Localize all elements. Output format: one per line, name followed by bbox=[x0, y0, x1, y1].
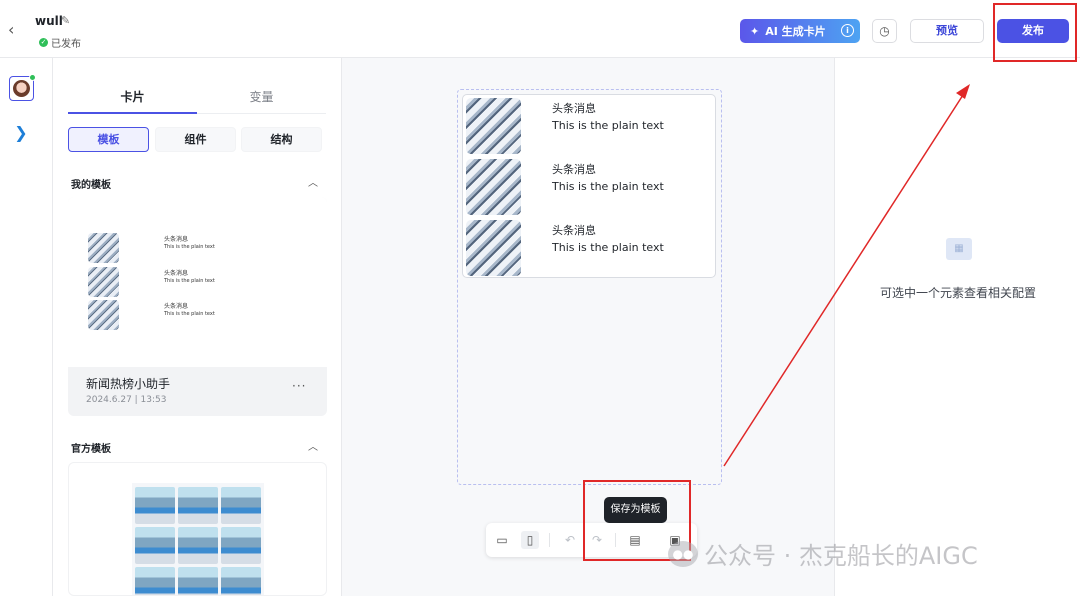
thumbnail bbox=[466, 220, 521, 276]
app-logo-icon[interactable]: ❯ bbox=[11, 123, 31, 143]
history-button[interactable]: ◷ bbox=[872, 19, 897, 43]
mini-text: This is the plain text bbox=[164, 278, 215, 284]
status-badge: ✓ 已发布 bbox=[39, 35, 81, 50]
tab-variables[interactable]: 变量 bbox=[197, 88, 326, 105]
headline: 头条消息 bbox=[552, 224, 596, 237]
empty-state-text: 可选中一个元素查看相关配置 bbox=[879, 286, 1036, 300]
back-icon[interactable]: ‹ bbox=[8, 20, 22, 39]
mobile-icon[interactable]: ▯ bbox=[521, 531, 539, 549]
mini-text: This is the plain text bbox=[164, 311, 215, 317]
component-panel: 卡片 变量 模板 组件 结构 我的模板 ︿ 头条消息 This is the p… bbox=[53, 58, 342, 596]
preview-tile bbox=[135, 567, 175, 595]
tab-card[interactable]: 卡片 bbox=[68, 88, 197, 105]
left-rail: ❯ bbox=[0, 58, 53, 596]
official-template-card[interactable] bbox=[68, 462, 327, 596]
list-item: 头条消息 This is the plain text bbox=[88, 300, 268, 330]
template-date: 2024.6.27 | 13:53 bbox=[86, 395, 167, 405]
watermark: ●● 公众号 · 杰克船长的AIGC bbox=[668, 536, 978, 571]
segment-components[interactable]: 组件 bbox=[155, 127, 236, 152]
more-options-icon[interactable]: ··· bbox=[292, 379, 306, 393]
list-item[interactable]: 头条消息 This is the plain text bbox=[466, 159, 716, 216]
preview-tile bbox=[178, 567, 218, 595]
ai-sparkle-icon: ✦ bbox=[750, 24, 760, 38]
editor-canvas[interactable]: 头条消息 This is the plain text 头条消息 This is… bbox=[343, 58, 834, 596]
template-card[interactable]: 头条消息 This is the plain text 头条消息 This is… bbox=[68, 197, 327, 416]
redo-icon[interactable]: ↷ bbox=[588, 531, 606, 549]
official-template-preview bbox=[132, 483, 264, 595]
preview-tile bbox=[221, 567, 261, 595]
preview-tile bbox=[221, 487, 261, 524]
my-templates-title: 我的模板 bbox=[71, 180, 111, 191]
segment-structure[interactable]: 结构 bbox=[241, 127, 322, 152]
save-template-tooltip: 保存为模板 bbox=[604, 497, 667, 528]
top-header: ‹ wull ✎ ✓ 已发布 ✦ AI 生成卡片 i ◷ 预览 发布 bbox=[0, 0, 1080, 58]
wechat-icon: ●● bbox=[668, 540, 698, 567]
desktop-icon[interactable]: ▭ bbox=[493, 531, 511, 549]
official-templates-title: 官方模板 bbox=[71, 444, 111, 455]
toolbar-divider bbox=[549, 533, 550, 547]
status-label: 已发布 bbox=[51, 39, 81, 50]
template-name: 新闻热榜小助手 bbox=[86, 377, 171, 391]
preview-tile bbox=[135, 487, 175, 524]
plain-text: This is the plain text bbox=[552, 119, 664, 132]
edit-icon[interactable]: ✎ bbox=[61, 14, 70, 27]
tab-active-indicator bbox=[68, 112, 197, 114]
toolbar-divider bbox=[615, 533, 616, 547]
plain-text: This is the plain text bbox=[552, 180, 664, 193]
ai-generate-card-button[interactable]: ✦ AI 生成卡片 i bbox=[740, 19, 860, 43]
list-item: 头条消息 This is the plain text bbox=[88, 233, 268, 263]
bot-avatar[interactable] bbox=[9, 74, 36, 101]
check-circle-icon: ✓ bbox=[39, 38, 48, 47]
publish-button[interactable]: 发布 bbox=[997, 19, 1069, 43]
undo-icon[interactable]: ↶ bbox=[561, 531, 579, 549]
preview-tile bbox=[135, 527, 175, 564]
app-name: wull bbox=[35, 14, 63, 28]
empty-state-icon: ▦ bbox=[946, 238, 972, 260]
avatar-face bbox=[13, 80, 30, 97]
mini-headline: 头条消息 bbox=[164, 270, 189, 277]
watermark-text: 公众号 · 杰克船长的AIGC bbox=[704, 542, 978, 570]
properties-panel: ▦ 可选中一个元素查看相关配置 bbox=[834, 58, 1080, 596]
chevron-up-icon[interactable]: ︿ bbox=[308, 438, 318, 453]
headline: 头条消息 bbox=[552, 163, 596, 176]
chevron-up-icon[interactable]: ︿ bbox=[308, 174, 318, 189]
panel-tabs: 卡片 变量 bbox=[68, 80, 326, 114]
preview-tile bbox=[178, 527, 218, 564]
list-item[interactable]: 头条消息 This is the plain text bbox=[466, 98, 716, 155]
thumbnail bbox=[88, 300, 119, 330]
canvas-toolbar: ▭ ▯ ↶ ↷ ▤ ▣ bbox=[486, 523, 697, 557]
save-template-icon[interactable]: ▤ bbox=[626, 531, 644, 549]
list-item[interactable]: 头条消息 This is the plain text bbox=[466, 220, 716, 277]
mini-headline: 头条消息 bbox=[164, 236, 189, 243]
thumbnail bbox=[466, 98, 521, 154]
news-card[interactable]: 头条消息 This is the plain text 头条消息 This is… bbox=[462, 94, 716, 278]
mini-text: This is the plain text bbox=[164, 244, 215, 250]
ai-generate-label: AI 生成卡片 bbox=[765, 25, 826, 38]
preview-button[interactable]: 预览 bbox=[910, 19, 984, 43]
preview-tile bbox=[221, 527, 261, 564]
preview-tile bbox=[178, 487, 218, 524]
headline: 头条消息 bbox=[552, 102, 596, 115]
plain-text: This is the plain text bbox=[552, 241, 664, 254]
online-dot bbox=[29, 74, 36, 81]
thumbnail bbox=[88, 267, 119, 297]
template-preview: 头条消息 This is the plain text 头条消息 This is… bbox=[68, 197, 327, 367]
history-icon: ◷ bbox=[879, 24, 890, 38]
thumbnail bbox=[88, 233, 119, 263]
list-item: 头条消息 This is the plain text bbox=[88, 267, 268, 297]
info-icon[interactable]: i bbox=[841, 24, 854, 37]
mini-headline: 头条消息 bbox=[164, 303, 189, 310]
thumbnail bbox=[466, 159, 521, 215]
segment-templates[interactable]: 模板 bbox=[68, 127, 149, 152]
